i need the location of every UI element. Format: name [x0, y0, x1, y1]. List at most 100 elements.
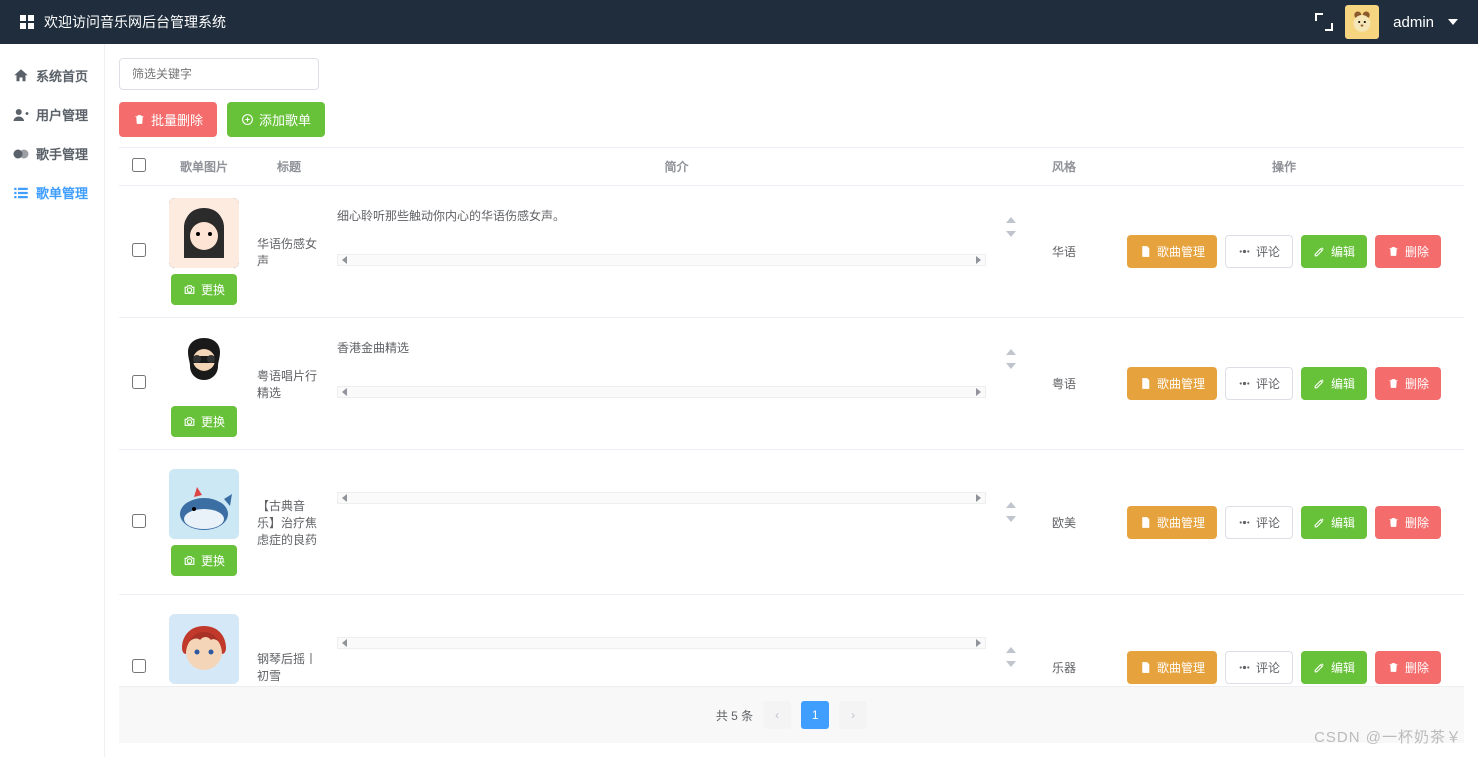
file-icon — [1139, 377, 1152, 390]
arrow-down-icon[interactable] — [1006, 516, 1016, 522]
col-ops: 操作 — [1104, 148, 1464, 186]
arrow-up-icon[interactable] — [1006, 217, 1016, 223]
table-row: 更换 粤语唱片行精选 香港金曲精选 粤语 歌曲管理 评论 — [119, 318, 1464, 450]
delete-button[interactable]: 删除 — [1375, 235, 1441, 268]
check-all[interactable] — [132, 158, 146, 172]
row-style: 乐器 — [1024, 595, 1104, 689]
table-wrapper[interactable]: 歌单图片 标题 简介 风格 操作 更换 华语伤感女声 — [119, 147, 1464, 688]
scroll-right-icon[interactable] — [976, 639, 981, 647]
arrow-up-icon[interactable] — [1006, 349, 1016, 355]
intro-cell: 细心聆听那些触动你内心的华语伤感女声。 — [337, 207, 1016, 297]
row-title: 【古典音乐】治疗焦虑症的良药 — [249, 450, 329, 595]
comment-button[interactable]: 评论 — [1225, 367, 1293, 400]
playlist-thumbnail — [169, 198, 239, 268]
row-style: 粤语 — [1024, 318, 1104, 450]
arrow-down-icon[interactable] — [1006, 363, 1016, 369]
horizontal-scrollbar[interactable] — [337, 492, 986, 504]
edit-button[interactable]: 编辑 — [1301, 651, 1367, 684]
edit-icon — [1313, 377, 1326, 390]
scroll-left-icon[interactable] — [342, 494, 347, 502]
horizontal-scrollbar[interactable] — [337, 637, 986, 649]
nav-playlist[interactable]: 歌单管理 — [0, 173, 104, 212]
song-manage-button[interactable]: 歌曲管理 — [1127, 506, 1217, 539]
page-total: 共 5 条 — [716, 707, 753, 724]
scroll-left-icon[interactable] — [342, 256, 347, 264]
search-input[interactable] — [119, 58, 319, 90]
nav-label: 用户管理 — [36, 105, 88, 124]
scroll-right-icon[interactable] — [976, 388, 981, 396]
nav-label: 系统首页 — [36, 66, 88, 85]
camera-icon — [183, 554, 196, 567]
app-grid-icon[interactable] — [20, 15, 34, 29]
file-icon — [1139, 661, 1152, 674]
row-checkbox[interactable] — [132, 243, 146, 257]
page-prev[interactable]: ‹ — [763, 701, 791, 729]
row-title: 钢琴后摇丨初雪 — [249, 595, 329, 689]
toolbar: 批量删除 添加歌单 — [119, 58, 1464, 137]
horizontal-scrollbar[interactable] — [337, 386, 986, 398]
scroll-right-icon[interactable] — [976, 494, 981, 502]
sidebar: 系统首页 用户管理 歌手管理 歌单管理 — [0, 44, 104, 757]
col-img: 歌单图片 — [159, 148, 249, 186]
replace-button[interactable]: 更换 — [171, 545, 237, 576]
replace-button[interactable]: 更换 — [171, 274, 237, 305]
arrow-down-icon[interactable] — [1006, 661, 1016, 667]
username: admin — [1393, 14, 1434, 31]
trash-icon — [1387, 377, 1400, 390]
main-content: 批量删除 添加歌单 歌单图片 标题 简介 风格 操作 — [104, 44, 1478, 757]
row-checkbox[interactable] — [132, 375, 146, 389]
edit-button[interactable]: 编辑 — [1301, 367, 1367, 400]
scroll-left-icon[interactable] — [342, 639, 347, 647]
site-title: 欢迎访问音乐网后台管理系统 — [44, 12, 226, 32]
arrow-up-icon[interactable] — [1006, 647, 1016, 653]
intro-text: 香港金曲精选 — [337, 339, 986, 356]
top-header: 欢迎访问音乐网后台管理系统 admin — [0, 0, 1478, 44]
arrow-down-icon[interactable] — [1006, 231, 1016, 237]
trash-icon — [133, 113, 146, 126]
fullscreen-icon[interactable] — [1317, 15, 1331, 29]
delete-button[interactable]: 删除 — [1375, 651, 1441, 684]
col-title: 标题 — [249, 148, 329, 186]
page-next[interactable]: › — [839, 701, 867, 729]
nav-label: 歌手管理 — [36, 144, 88, 163]
nav-artist[interactable]: 歌手管理 — [0, 134, 104, 173]
table-row: 更换 华语伤感女声 细心聆听那些触动你内心的华语伤感女声。 华语 歌曲管理 — [119, 186, 1464, 318]
scroll-right-icon[interactable] — [976, 256, 981, 264]
delete-button[interactable]: 删除 — [1375, 367, 1441, 400]
song-manage-button[interactable]: 歌曲管理 — [1127, 235, 1217, 268]
song-manage-button[interactable]: 歌曲管理 — [1127, 367, 1217, 400]
col-checkbox — [119, 148, 159, 186]
user-menu-caret-icon[interactable] — [1448, 19, 1458, 25]
intro-cell: 香港金曲精选 — [337, 339, 1016, 429]
nav-home[interactable]: 系统首页 — [0, 56, 104, 95]
comment-button[interactable]: 评论 — [1225, 506, 1293, 539]
playlist-thumbnail — [169, 614, 239, 684]
row-checkbox[interactable] — [132, 514, 146, 528]
playlist-table: 歌单图片 标题 简介 风格 操作 更换 华语伤感女声 — [119, 148, 1464, 688]
replace-button[interactable]: 更换 — [171, 406, 237, 437]
plus-circle-icon — [241, 113, 254, 126]
edit-icon — [1313, 661, 1326, 674]
scroll-left-icon[interactable] — [342, 388, 347, 396]
watermark: CSDN @一杯奶茶￥ — [1314, 726, 1462, 747]
file-icon — [1139, 516, 1152, 529]
song-manage-button[interactable]: 歌曲管理 — [1127, 651, 1217, 684]
row-style: 欧美 — [1024, 450, 1104, 595]
nav-user[interactable]: 用户管理 — [0, 95, 104, 134]
avatar[interactable] — [1345, 5, 1379, 39]
comment-icon — [1238, 516, 1251, 529]
comment-button[interactable]: 评论 — [1225, 651, 1293, 684]
comment-button[interactable]: 评论 — [1225, 235, 1293, 268]
edit-button[interactable]: 编辑 — [1301, 506, 1367, 539]
horizontal-scrollbar[interactable] — [337, 254, 986, 266]
add-playlist-button[interactable]: 添加歌单 — [227, 102, 325, 137]
pagination: 共 5 条 ‹ 1 › — [119, 686, 1464, 743]
edit-button[interactable]: 编辑 — [1301, 235, 1367, 268]
playlist-thumbnail — [169, 469, 239, 539]
row-checkbox[interactable] — [132, 659, 146, 673]
list-icon — [12, 184, 30, 202]
arrow-up-icon[interactable] — [1006, 502, 1016, 508]
delete-button[interactable]: 删除 — [1375, 506, 1441, 539]
batch-delete-button[interactable]: 批量删除 — [119, 102, 217, 137]
page-number[interactable]: 1 — [801, 701, 829, 729]
